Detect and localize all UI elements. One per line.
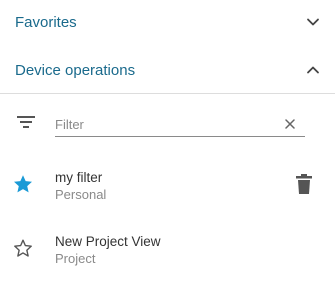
favorites-title: Favorites [15,13,77,31]
close-icon[interactable] [284,118,296,130]
filter-row [0,105,335,139]
filter-input[interactable] [55,114,275,134]
filter-list-item[interactable]: New Project View Project [0,226,335,276]
section-divider [0,93,335,94]
trash-icon[interactable] [294,173,314,195]
favorites-section-header[interactable]: Favorites [0,0,335,44]
filter-panel: Favorites Device operations my filter Pe… [0,0,335,281]
filter-field [55,111,305,137]
filter-type: Personal [55,187,107,202]
device-operations-section-header[interactable]: Device operations [0,48,335,92]
filter-list-icon [17,116,35,128]
filter-type: Project [55,251,96,266]
filter-list-item[interactable]: my filter Personal [0,162,335,212]
device-operations-title: Device operations [15,61,136,79]
chevron-up-icon[interactable] [291,48,335,92]
filter-name: my filter [55,170,103,185]
star-filled-icon[interactable] [12,173,34,195]
star-outline-icon[interactable] [12,237,34,259]
filter-name: New Project View [55,234,161,249]
chevron-down-icon[interactable] [291,0,335,44]
